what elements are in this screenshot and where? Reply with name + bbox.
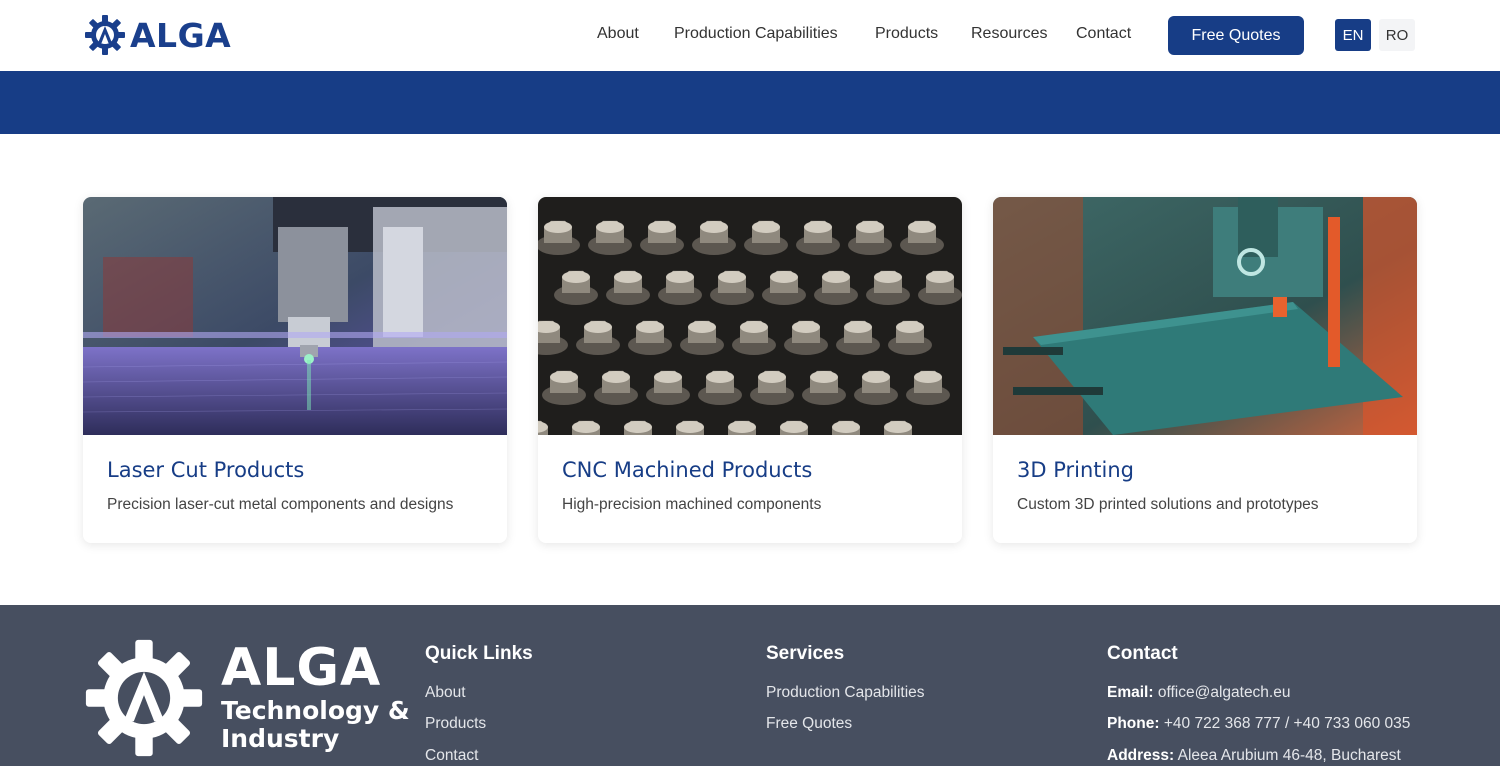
footer-link-contact[interactable]: Contact — [425, 747, 478, 765]
phone-label: Phone: — [1107, 715, 1160, 732]
nav-resources[interactable]: Resources — [971, 25, 1047, 43]
quick-links-heading: Quick Links — [425, 643, 533, 664]
card-description: Precision laser-cut metal components and… — [107, 496, 454, 513]
footer-brand-line1: Technology & — [221, 696, 410, 725]
nav-production-capabilities[interactable]: Production Capabilities — [674, 25, 838, 43]
email-label: Email: — [1107, 684, 1154, 701]
services-heading: Services — [766, 643, 845, 664]
header-logo[interactable]: ALGA — [84, 14, 231, 56]
phone-value[interactable]: +40 722 368 777 / +40 733 060 035 — [1164, 715, 1411, 732]
footer-brand-name: ALGA — [221, 638, 382, 698]
contact-email: Email: office@algatech.eu — [1107, 684, 1290, 702]
contact-heading: Contact — [1107, 643, 1178, 664]
nav-contact[interactable]: Contact — [1076, 25, 1131, 43]
language-en-button[interactable]: EN — [1335, 19, 1371, 51]
email-value[interactable]: office@algatech.eu — [1158, 684, 1291, 701]
card-title: Laser Cut Products — [107, 458, 305, 482]
site-footer: ALGA Technology & Industry Quick Links A… — [0, 605, 1500, 766]
footer-link-free-quotes[interactable]: Free Quotes — [766, 715, 852, 733]
language-ro-button[interactable]: RO — [1379, 19, 1415, 51]
footer-brand: ALGA Technology & Industry — [221, 639, 410, 753]
nav-about[interactable]: About — [597, 25, 639, 43]
3d-printer-image — [993, 197, 1417, 435]
contact-phone: Phone: +40 722 368 777 / +40 733 060 035 — [1107, 715, 1410, 733]
site-header: ALGA About Production Capabilities Produ… — [0, 0, 1500, 71]
page-banner — [0, 71, 1500, 134]
nav-products[interactable]: Products — [875, 25, 938, 43]
card-description: Custom 3D printed solutions and prototyp… — [1017, 496, 1319, 513]
cnc-parts-image — [538, 197, 962, 435]
address-value: Aleea Arubium 46-48, Bucharest — [1177, 747, 1401, 764]
card-description: High-precision machined components — [562, 496, 822, 513]
contact-address: Address: Aleea Arubium 46-48, Bucharest — [1107, 747, 1401, 765]
gear-logo-icon — [85, 15, 125, 55]
product-card-cnc[interactable]: CNC Machined Products High-precision mac… — [538, 197, 962, 543]
free-quotes-button[interactable]: Free Quotes — [1168, 16, 1304, 55]
footer-link-products[interactable]: Products — [425, 715, 486, 733]
card-title: CNC Machined Products — [562, 458, 813, 482]
footer-link-production-capabilities[interactable]: Production Capabilities — [766, 684, 925, 702]
footer-brand-line2: Industry — [221, 724, 340, 753]
brand-name: ALGA — [130, 15, 232, 55]
footer-gear-logo-icon — [83, 637, 205, 764]
footer-link-about[interactable]: About — [425, 684, 466, 702]
product-card-3d-printing[interactable]: 3D Printing Custom 3D printed solutions … — [993, 197, 1417, 543]
address-label: Address: — [1107, 747, 1175, 764]
product-card-laser[interactable]: Laser Cut Products Precision laser-cut m… — [83, 197, 507, 543]
card-title: 3D Printing — [1017, 458, 1134, 482]
laser-cutting-image — [83, 197, 507, 435]
